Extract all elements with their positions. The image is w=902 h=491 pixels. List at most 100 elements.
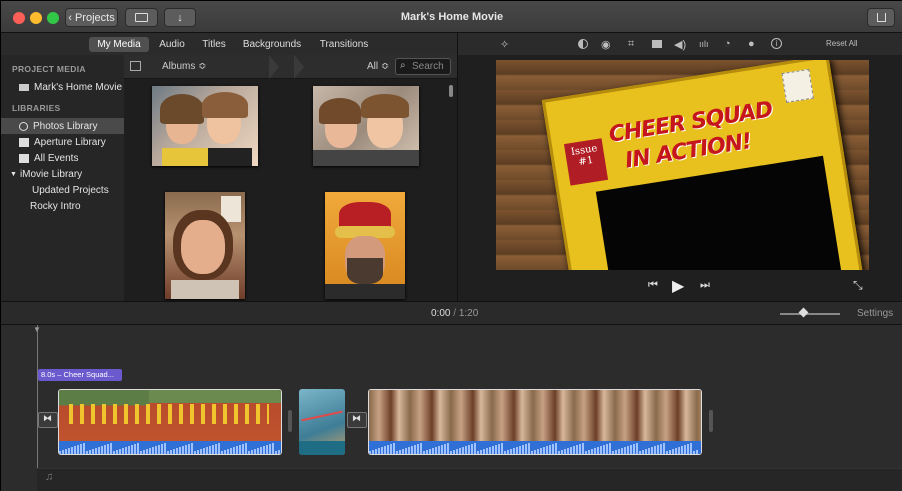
waveform-bar	[456, 449, 458, 454]
sidebar-item-aperture-library[interactable]: Aperture Library	[1, 134, 124, 150]
waveform-bar	[62, 450, 64, 454]
waveform-bar	[393, 443, 395, 454]
imovie-window: ‹ Projects ↓ Mark's Home Movie My Media …	[0, 0, 902, 491]
filter-popup[interactable]: All ≎	[367, 61, 389, 72]
video-clip-girl[interactable]	[368, 389, 702, 455]
waveform-bar	[119, 449, 121, 454]
comic-badge: Issue #1	[563, 138, 609, 186]
waveform-bar	[263, 446, 265, 454]
library-sidebar: PROJECT MEDIA Mark's Home Movie LIBRARIE…	[1, 55, 124, 301]
speed-icon[interactable]: ◔	[724, 38, 731, 50]
waveform-bar	[648, 448, 650, 454]
music-track[interactable]	[37, 468, 902, 491]
equalizer-icon[interactable]: ıılı	[699, 39, 709, 49]
waveform-bar	[113, 451, 115, 454]
browser-scrollbar[interactable]	[449, 85, 453, 97]
clip-divider-handle[interactable]	[288, 410, 292, 432]
waveform-bar	[411, 446, 413, 454]
waveform-bar	[269, 444, 271, 454]
photo-thumbnail[interactable]	[152, 86, 258, 166]
waveform-bar	[369, 451, 371, 454]
video-clip-map[interactable]	[299, 389, 345, 455]
info-icon[interactable]: i	[771, 38, 782, 49]
waveform-bar	[495, 445, 497, 454]
waveform-bar	[378, 448, 380, 454]
waveform-bar	[200, 449, 202, 454]
waveform-bar	[387, 445, 389, 454]
reset-all-button[interactable]: Reset All	[826, 39, 858, 48]
waveform-bar	[627, 446, 629, 454]
shirt-shape	[162, 148, 208, 166]
clip-frames-strip	[369, 390, 701, 442]
sidebar-item-project[interactable]: Mark's Home Movie	[1, 79, 124, 95]
waveform-bar	[179, 447, 181, 454]
total-time: 1:20	[458, 308, 479, 319]
waveform-bar	[194, 451, 196, 454]
title-clip[interactable]: 8.0s – Cheer Squad...	[38, 369, 122, 381]
volume-icon[interactable]: ◀)	[674, 38, 686, 51]
waveform-bar	[408, 447, 410, 454]
stabilization-icon[interactable]	[652, 40, 662, 48]
waveform-bar	[480, 450, 482, 454]
waveform-bar	[74, 446, 76, 454]
waveform-bar	[585, 451, 587, 454]
sidebar-item-updated-projects[interactable]: Updated Projects	[1, 182, 124, 198]
waveform-bar	[525, 444, 527, 454]
settings-button[interactable]: Settings	[857, 308, 893, 319]
play-icon[interactable]: ▶	[672, 276, 684, 296]
skip-forward-icon[interactable]: ⏭	[700, 279, 710, 292]
albums-popup[interactable]: Albums ≎	[162, 61, 207, 72]
project-timeline: ▼ 8.0s – Cheer Squad... ⧓ ⧓ ♫	[1, 325, 902, 491]
sidebar-item-photos-library[interactable]: Photos Library	[1, 118, 124, 134]
waveform-bar	[624, 447, 626, 454]
hair-shape	[202, 92, 248, 118]
fullscreen-icon[interactable]: ⤡	[853, 278, 863, 293]
waveform-bar	[552, 444, 554, 454]
waveform-bar	[423, 451, 425, 454]
waveform-bar	[107, 444, 109, 454]
sidebar-toggle-icon[interactable]	[130, 61, 141, 71]
waveform-bar	[384, 446, 386, 454]
waveform-bar	[651, 447, 653, 454]
tab-my-media[interactable]: My Media	[89, 37, 149, 52]
filter-icon[interactable]: ●	[748, 38, 755, 50]
waveform-bar	[606, 444, 608, 454]
waveform-bar	[146, 449, 148, 454]
waveform-bar	[543, 447, 545, 454]
waveform-bar	[549, 445, 551, 454]
transition-icon[interactable]: ⧓	[38, 412, 58, 428]
photo-thumbnail[interactable]	[313, 86, 419, 166]
color-balance-icon[interactable]	[578, 39, 588, 49]
clip-end-handle[interactable]	[709, 410, 713, 432]
sidebar-item-imovie-library[interactable]: ▼ iMovie Library	[1, 166, 124, 182]
waveform-bar	[414, 445, 416, 454]
waveform-bar	[519, 446, 521, 454]
tab-backgrounds[interactable]: Backgrounds	[239, 37, 305, 52]
preview-canvas[interactable]: Issue #1 CHEER SQUAD IN ACTION!	[496, 60, 869, 270]
photo-thumbnail[interactable]	[165, 192, 245, 299]
crop-icon[interactable]: ⌗	[628, 38, 634, 51]
share-button[interactable]	[867, 8, 895, 27]
waveform-bar	[642, 450, 644, 454]
waveform-bar	[501, 443, 503, 454]
playhead[interactable]	[37, 325, 38, 491]
color-palette-icon[interactable]: ◉	[601, 38, 611, 51]
tab-audio[interactable]: Audio	[154, 37, 190, 52]
waveform-bar	[639, 451, 641, 454]
skip-back-icon[interactable]: ⏮	[648, 279, 658, 292]
tab-transitions[interactable]: Transitions	[313, 37, 375, 52]
sidebar-item-rocky-intro[interactable]: Rocky Intro	[1, 198, 124, 214]
magic-wand-icon[interactable]: ✧	[500, 38, 509, 51]
zoom-slider[interactable]	[780, 307, 840, 318]
photo-thumbnail[interactable]	[325, 192, 405, 299]
sidebar-item-all-events[interactable]: All Events	[1, 150, 124, 166]
waveform-bar	[203, 448, 205, 454]
search-field[interactable]: ⌕ Search	[395, 58, 451, 75]
tab-titles[interactable]: Titles	[196, 37, 232, 52]
zoom-slider-knob[interactable]	[798, 307, 809, 318]
transition-icon[interactable]: ⧓	[347, 412, 367, 428]
waveform-bar	[669, 450, 671, 454]
sidebar-item-label: Mark's Home Movie	[34, 81, 123, 93]
video-clip-cheer-squad[interactable]	[58, 389, 282, 455]
waveform-bar	[603, 445, 605, 454]
